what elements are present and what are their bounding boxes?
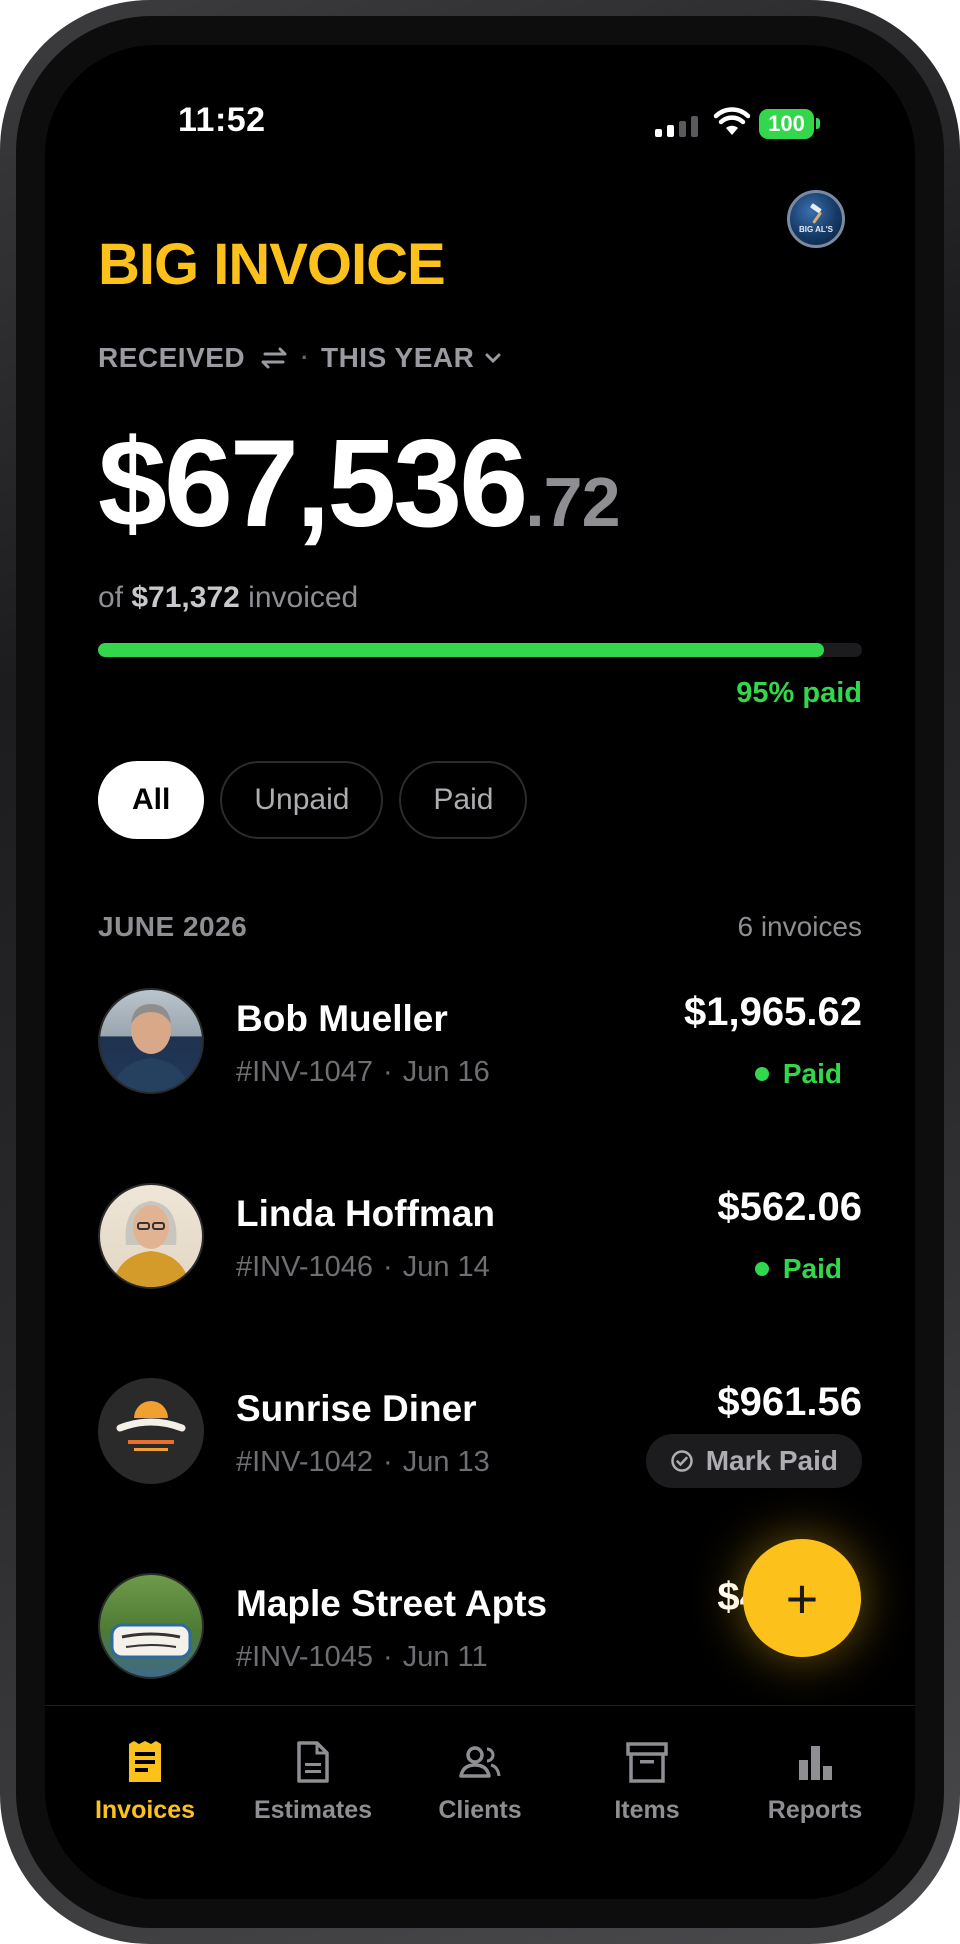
invoice-meta: #INV-1046 · Jun 14 [236,1251,490,1283]
invoiced-total-line: of $71,372 invoiced [98,581,358,615]
hammer-icon [810,203,822,224]
invoice-date: Jun 14 [402,1251,490,1283]
tab-label: Estimates [253,1796,373,1824]
app-screen: 11:52 100 BIG INVOICE BIG AL'S RECEIVED [45,45,915,1899]
invoice-number: #INV-1042 [236,1446,374,1478]
swap-icon [261,347,287,369]
amount-cents: .72 [525,463,620,541]
battery-cap [816,118,820,129]
mark-paid-label: Mark Paid [705,1445,838,1476]
status-badge: Paid [754,1253,842,1285]
status-time: 11:52 [178,101,266,139]
invoice-meta: #INV-1042 · Jun 13 [236,1446,490,1478]
invoice-meta: #INV-1045 · Jun 11 [236,1641,488,1673]
paid-progress-fill [98,643,824,657]
mark-paid-button[interactable]: Mark Paid [645,1434,862,1488]
people-icon [459,1746,501,1778]
client-avatar [98,988,204,1094]
client-name: Linda Hoffman [236,1193,495,1234]
new-invoice-button[interactable]: + [743,1539,861,1657]
status-dot [754,1262,769,1276]
invoice-number: #INV-1047 [236,1056,374,1088]
bar-chart-icon [799,1746,832,1780]
box-icon [626,1742,668,1783]
mode-toggle[interactable]: RECEIVED [98,342,289,374]
client-name: Sunrise Diner [236,1388,477,1429]
chip-paid[interactable]: Paid [399,761,528,839]
of-suffix: invoiced [248,581,359,614]
period-label: THIS YEAR [320,342,475,373]
amount-main: $67,536 [98,415,528,553]
month-section-label: JUNE 2026 [98,911,248,942]
receipt-icon [129,1741,161,1782]
mode-label: RECEIVED [98,342,246,373]
received-amount: $67,536.72 [98,413,621,555]
of-prefix: of [98,581,124,614]
business-logo-avatar[interactable]: BIG AL'S [787,190,845,248]
battery-icon: 100 [759,109,814,139]
chip-unpaid[interactable]: Unpaid [220,761,384,839]
tab-label: Reports [767,1796,863,1824]
check-circle-icon [670,1450,693,1472]
summary-filter-row: RECEIVED · THIS YEAR [98,342,502,374]
tab-items[interactable]: Items [572,1740,722,1825]
client-name: Bob Mueller [236,998,448,1039]
invoice-amount: $1,965.62 [684,990,862,1034]
document-icon [297,1741,329,1783]
bottom-tab-bar: Invoices Estimates Clients Items Reports [45,1705,915,1899]
invoice-date: Jun 13 [402,1446,490,1478]
tab-clients[interactable]: Clients [405,1740,555,1825]
chevron-down-icon [485,353,501,364]
invoice-amount: $961.56 [717,1380,862,1424]
status-filter-chips: All Unpaid Paid [98,761,528,839]
invoice-row[interactable]: Linda Hoffman #INV-1046 · Jun 14 $562.06 P… [98,1183,862,1293]
status-badge: Paid [754,1058,842,1090]
invoice-number: #INV-1046 [236,1251,374,1283]
separator-dot: · [301,345,309,370]
invoice-meta: #INV-1047 · Jun 16 [236,1056,490,1088]
tab-label: Clients [438,1796,522,1824]
paid-progress-bar [98,643,862,657]
invoiced-total: $71,372 [131,581,240,614]
chip-all[interactable]: All [98,761,205,839]
invoice-count: 6 invoices [737,911,862,942]
paid-percentage: 95% paid [736,677,862,709]
wifi-icon [713,107,751,135]
status-label: Paid [782,1058,842,1089]
tab-estimates[interactable]: Estimates [238,1740,388,1825]
period-dropdown[interactable]: THIS YEAR [321,342,502,374]
client-name: Maple Street Apts [236,1583,548,1624]
tab-label: Invoices [94,1796,196,1824]
invoice-date: Jun 16 [402,1056,490,1088]
app-title: BIG INVOICE [98,232,446,297]
invoice-number: #INV-1045 [236,1641,374,1673]
cellular-signal-icon [655,115,698,137]
invoice-row[interactable]: Sunrise Diner #INV-1042 · Jun 13 $961.56 M… [98,1378,862,1488]
tab-reports[interactable]: Reports [740,1740,890,1825]
client-avatar [98,1573,204,1679]
status-label: Paid [782,1253,842,1284]
tab-label: Items [614,1796,680,1824]
invoice-row[interactable]: Bob Mueller #INV-1047 · Jun 16 $1,965.62 P… [98,988,862,1098]
tab-invoices[interactable]: Invoices [70,1740,220,1825]
invoice-amount: $562.06 [717,1185,862,1229]
logo-text: BIG AL'S [798,225,834,234]
phone-frame: 11:52 100 BIG INVOICE BIG AL'S RECEIVED [0,0,960,1944]
client-avatar [98,1378,204,1484]
invoice-date: Jun 11 [402,1641,488,1673]
status-dot [754,1067,769,1081]
client-avatar [98,1183,204,1289]
